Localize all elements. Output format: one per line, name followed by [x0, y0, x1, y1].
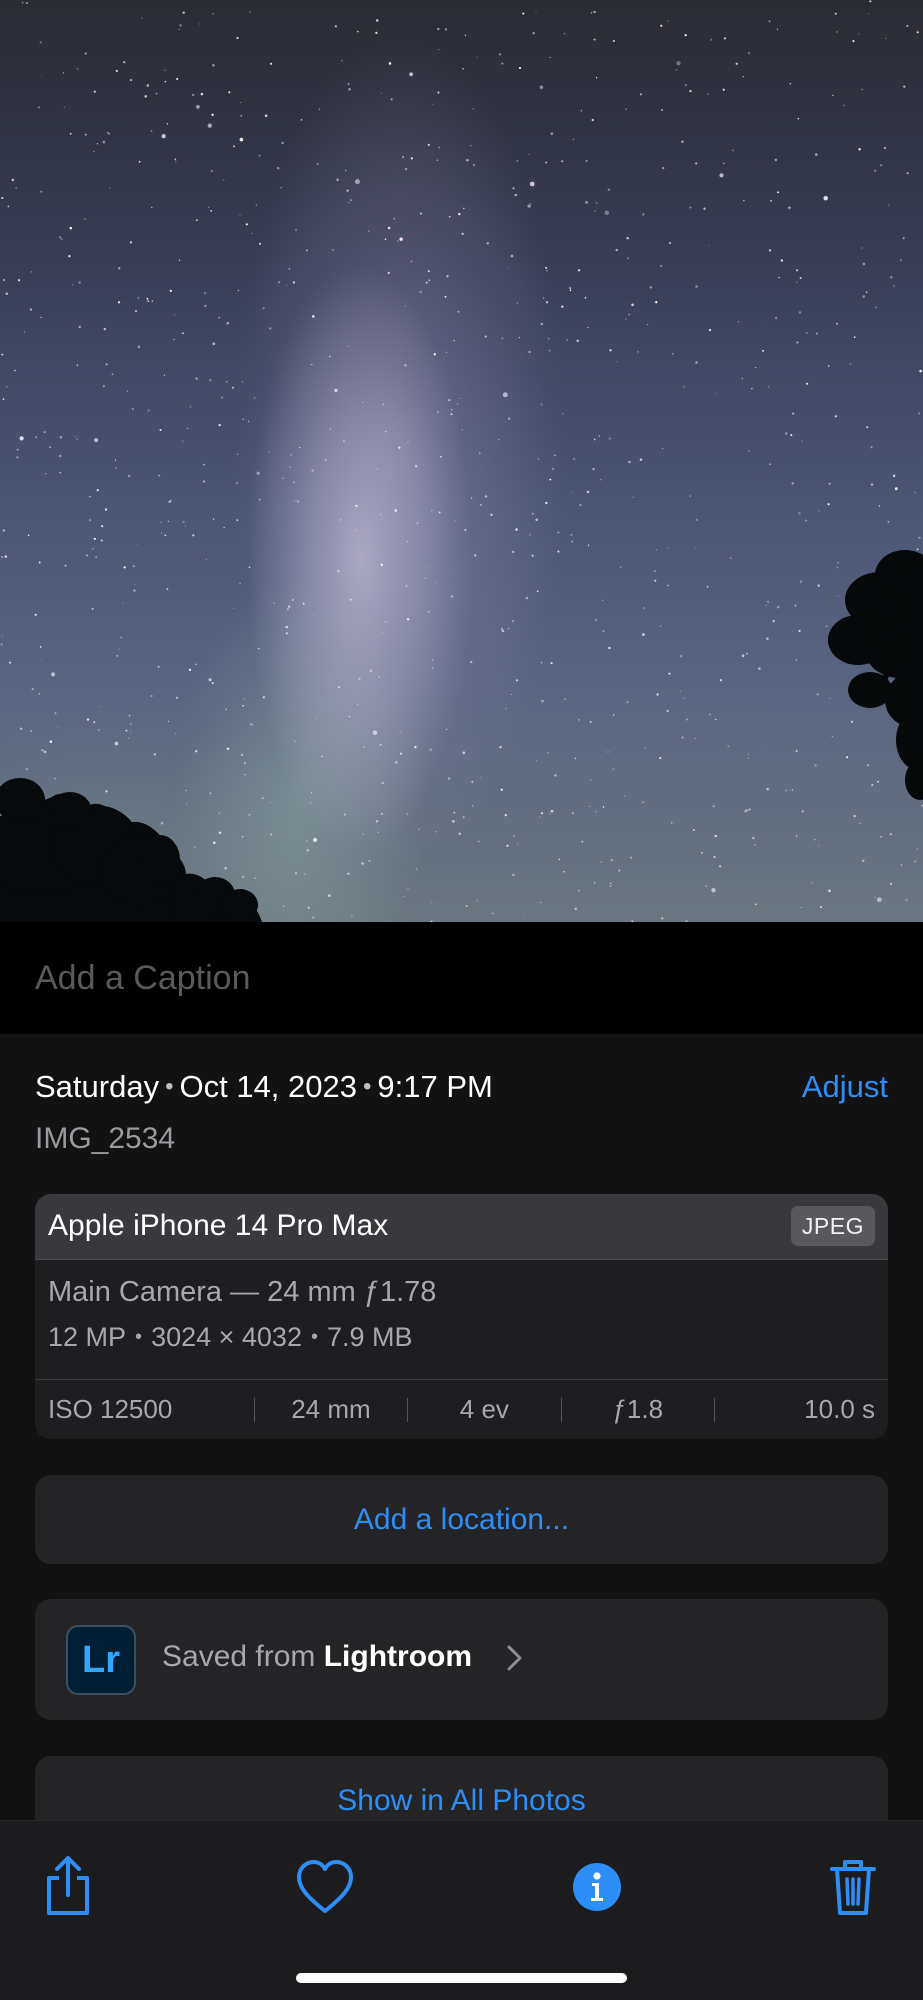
megapixels: 12 MP: [48, 1322, 127, 1352]
source-text: Saved from Lightroom: [162, 1640, 472, 1674]
show-in-all-photos-button[interactable]: Show in All Photos: [35, 1756, 888, 1820]
share-button[interactable]: [33, 1851, 103, 1921]
share-icon: [47, 1856, 89, 1915]
info-panel: Saturday • Oct 14, 2023 • 9:17 PM Adjust IMG…: [0, 1034, 923, 1820]
image-specs: 12 MP • 3024 × 4032 • 7.9 MB: [48, 1322, 413, 1353]
night-sky-photo[interactable]: [0, 0, 923, 922]
show-in-all-photos-label: Show in All Photos: [337, 1784, 586, 1817]
exif-focal-length: 24 mm: [291, 1394, 371, 1424]
exif-shutter-speed: 10.0 s: [804, 1394, 875, 1424]
separator-dot: •: [135, 1326, 143, 1348]
camera-metadata-card: Apple iPhone 14 Pro Max JPEG Main Camera…: [35, 1194, 888, 1439]
exif-exposure-value: 4 ev: [459, 1394, 509, 1424]
separator-dot: •: [363, 1073, 372, 1100]
info-button[interactable]: [562, 1851, 632, 1921]
bottom-toolbar: [0, 1820, 923, 2000]
capture-date-value: Oct 14, 2023: [179, 1069, 357, 1104]
add-location-label: Add a location...: [353, 1503, 570, 1536]
adjust-button[interactable]: Adjust: [802, 1069, 888, 1105]
resolution: 3024 × 4032: [151, 1322, 302, 1352]
delete-button[interactable]: [818, 1851, 888, 1921]
heart-icon: [297, 1860, 353, 1913]
device-name: Apple iPhone 14 Pro Max: [48, 1209, 389, 1242]
capture-date: Saturday • Oct 14, 2023 • 9:17 PM: [35, 1069, 493, 1105]
source-prefix: Saved from: [162, 1640, 324, 1673]
info-icon: [573, 1863, 621, 1911]
photo-info-screen: Saturday•Oct 14, 2023•9:17 PM Adjust IMG…: [0, 0, 923, 2000]
favorite-button[interactable]: [290, 1851, 360, 1921]
camera-metadata-header: Apple iPhone 14 Pro Max JPEG: [35, 1194, 888, 1260]
caption-input[interactable]: [35, 950, 885, 1006]
date-row: Saturday • Oct 14, 2023 • 9:17 PM Adjust: [35, 1069, 888, 1113]
exif-row: ISO 12500 24 mm 4 ev ƒ1.8 10.0 s: [35, 1379, 888, 1439]
chevron-right-icon: [507, 1645, 522, 1671]
lightroom-logo-icon: Lr: [66, 1625, 136, 1695]
exif-aperture: ƒ1.8: [612, 1394, 664, 1424]
format-badge: JPEG: [790, 1206, 875, 1246]
home-indicator[interactable]: [296, 1973, 627, 1983]
file-name: IMG_2534: [35, 1122, 176, 1155]
file-size: 7.9 MB: [326, 1322, 413, 1352]
lens-info: Main Camera — 24 mm ƒ1.78: [48, 1276, 437, 1308]
tree-silhouettes: [0, 550, 923, 922]
caption-bar: [0, 922, 923, 1034]
add-location-button[interactable]: Add a location...: [35, 1475, 888, 1564]
separator-dot: •: [310, 1326, 318, 1348]
exif-iso: ISO 12500: [48, 1394, 173, 1424]
capture-day: Saturday: [35, 1069, 160, 1104]
trash-icon: [830, 1860, 876, 1915]
source-app-row[interactable]: Lr Saved from Lightroom: [35, 1599, 888, 1720]
capture-time: 9:17 PM: [377, 1069, 493, 1104]
separator-dot: •: [165, 1073, 174, 1100]
source-app-name: Lightroom: [323, 1640, 473, 1673]
